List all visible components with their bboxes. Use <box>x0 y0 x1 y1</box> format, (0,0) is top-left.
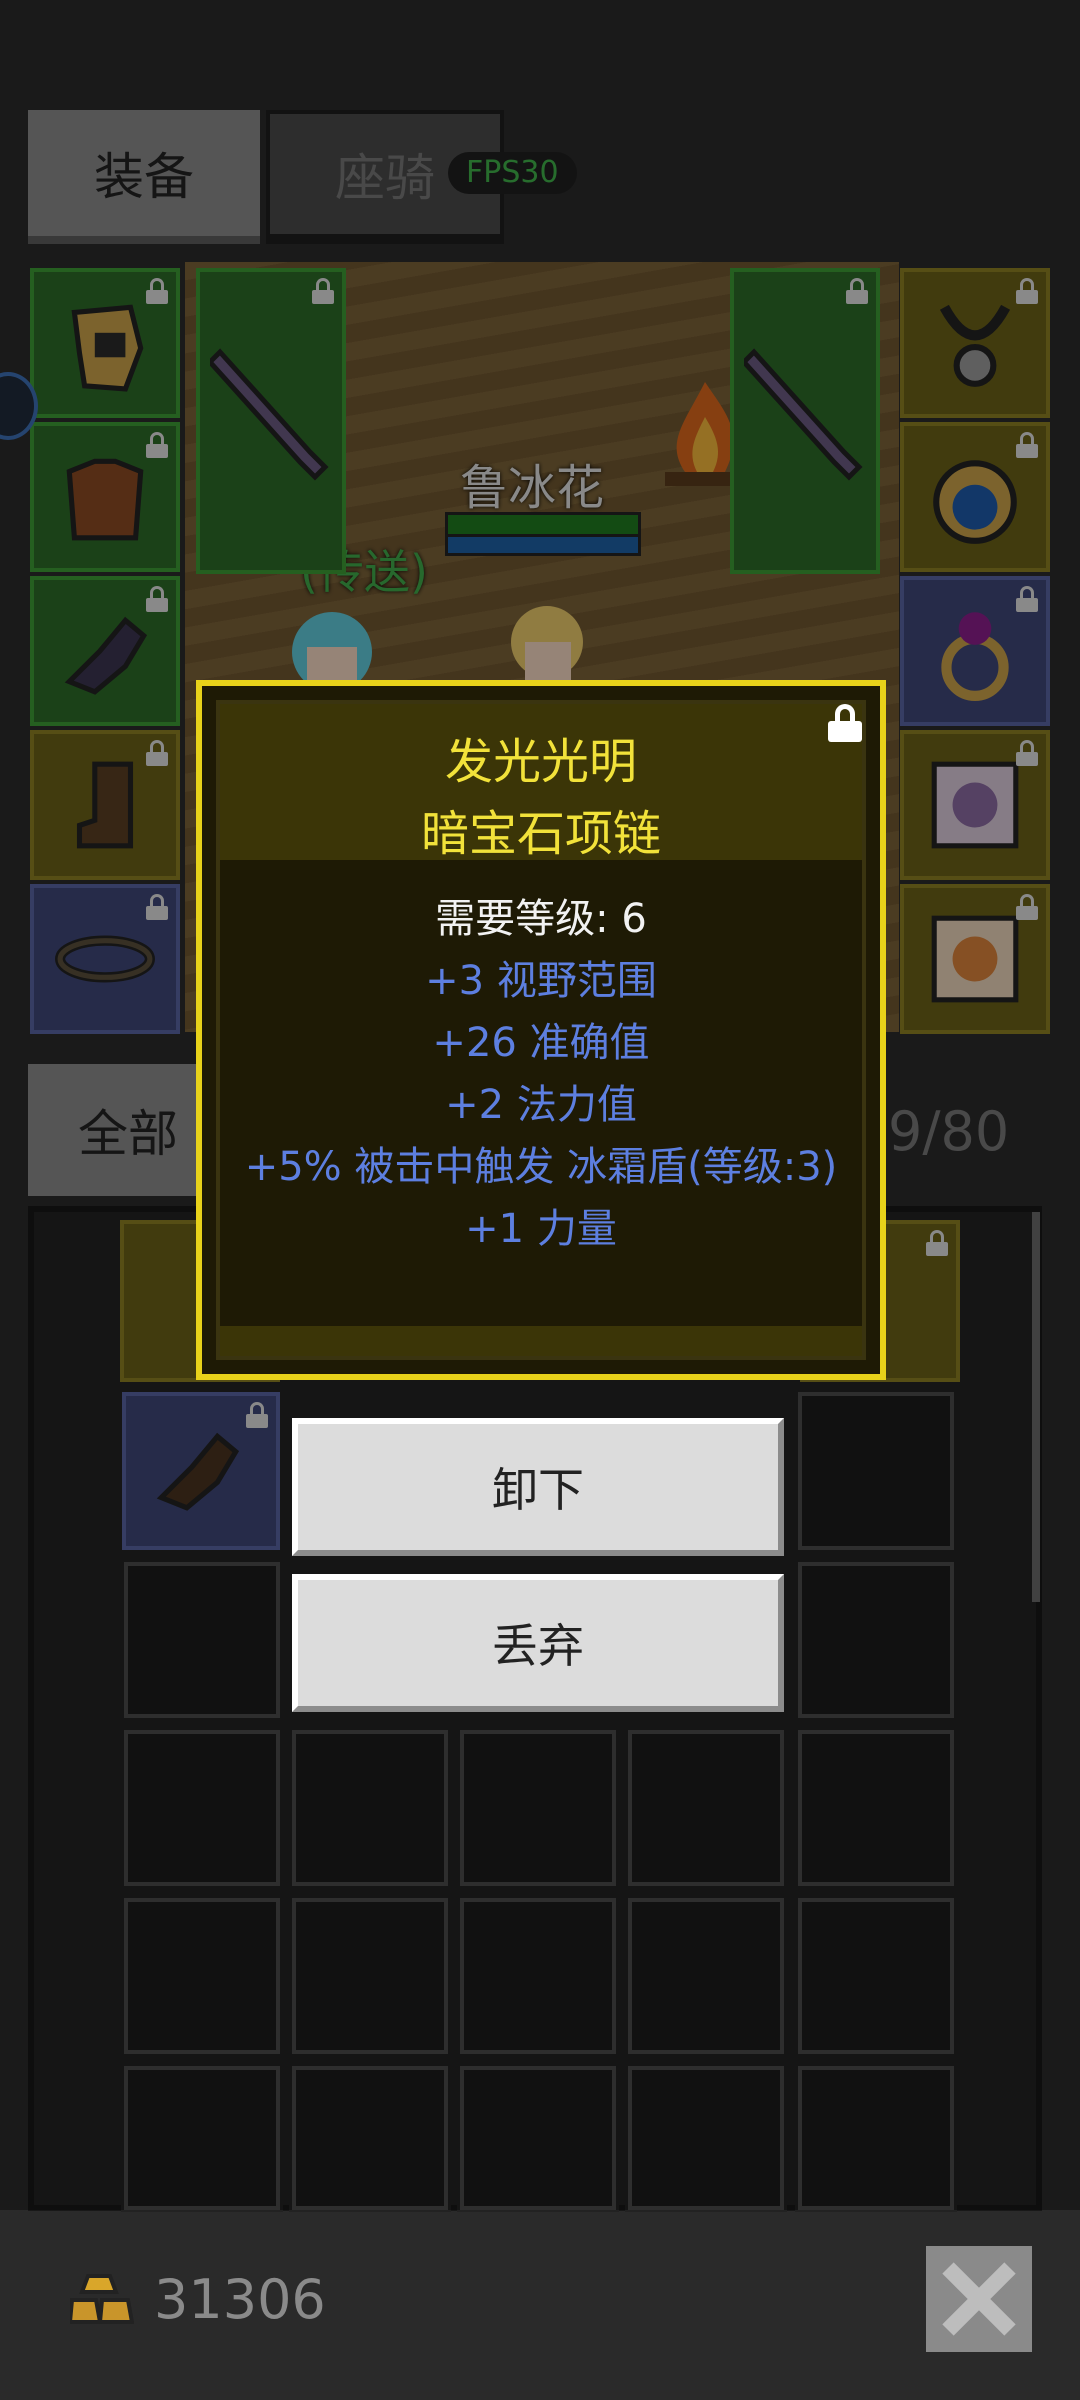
discard-label: 丢弃 <box>492 1619 584 1673</box>
item-stat: +2 法力值 <box>445 1082 637 1128</box>
item-stat: +5% 被击中触发 冰霜盾(等级:3) <box>244 1144 838 1190</box>
close-button[interactable] <box>926 2246 1032 2352</box>
discard-button[interactable]: 丢弃 <box>292 1574 784 1712</box>
item-stat: +26 准确值 <box>432 1020 650 1066</box>
item-stat: +3 视野范围 <box>425 958 657 1004</box>
item-name-prefix: 发光光明 <box>444 734 637 790</box>
item-stat: +1 力量 <box>465 1206 617 1252</box>
required-level: 需要等级: 6 <box>435 896 647 942</box>
unequip-button[interactable]: 卸下 <box>292 1418 784 1556</box>
gold-coins-icon <box>70 2274 134 2324</box>
unequip-label: 卸下 <box>492 1463 584 1517</box>
gold-amount: 31306 <box>154 2268 326 2331</box>
item-tooltip: 发光光明 暗宝石项链 需要等级: 6 +3 视野范围 +26 准确值 +2 法力… <box>196 680 886 1380</box>
item-name: 暗宝石项链 <box>420 806 661 862</box>
close-icon <box>942 2262 1016 2336</box>
